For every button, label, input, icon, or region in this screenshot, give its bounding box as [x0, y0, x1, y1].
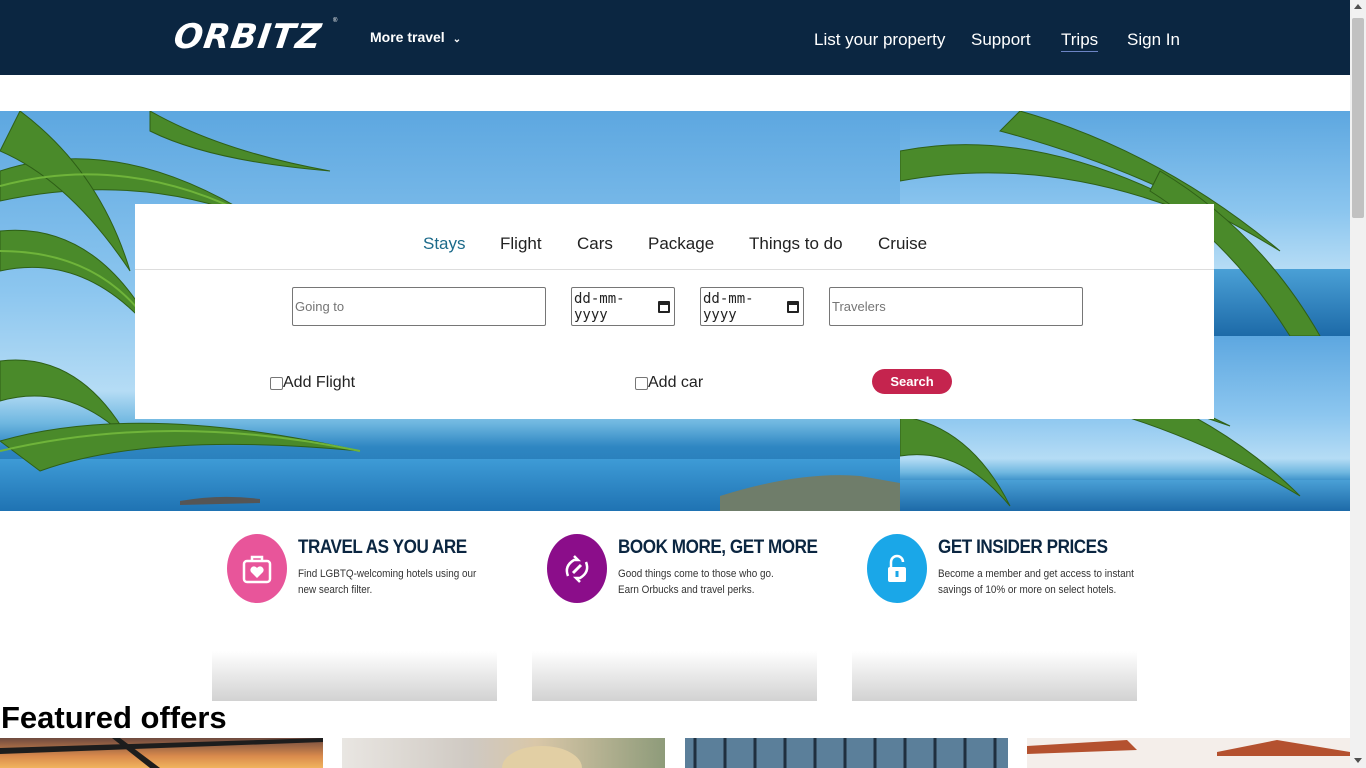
promo-book-more-get-more[interactable]: BOOK MORE, GET MORE Good things come to …	[547, 534, 827, 606]
scrollbar-thumb[interactable]	[1352, 18, 1364, 218]
promo-line: Find LGBTQ-welcoming hotels using our	[298, 568, 477, 580]
promo-title: GET INSIDER PRICES	[938, 537, 1108, 558]
promo-line: Earn Orbucks and travel perks.	[618, 584, 755, 596]
check-out-date-input[interactable]: dd-mm-yyyy	[700, 287, 804, 326]
promo-line: Good things come to those who go.	[618, 568, 774, 580]
more-travel-label: More travel	[370, 29, 445, 45]
orbitz-logo[interactable]: ORBITZ	[171, 17, 324, 57]
tab-stays[interactable]: Stays	[423, 234, 466, 254]
promo-line: new search filter.	[298, 584, 373, 596]
orbitz-page: ORBITZ ® More travel ⌄ List your property…	[0, 0, 1366, 768]
trademark-mark: ®	[333, 18, 338, 24]
promo-get-insider-prices[interactable]: GET INSIDER PRICES Become a member and g…	[867, 534, 1147, 606]
promo-placeholder-card	[532, 651, 817, 701]
add-flight-checkbox-box[interactable]	[270, 376, 283, 390]
scroll-down-arrow-icon[interactable]	[1354, 758, 1362, 763]
trips-link[interactable]: Trips	[1061, 30, 1099, 52]
featured-offer-card[interactable]	[0, 738, 323, 768]
promo-title: BOOK MORE, GET MORE	[618, 537, 818, 558]
calendar-icon[interactable]	[787, 300, 799, 313]
add-car-label: Add car	[648, 374, 704, 391]
search-panel: Stays Flight Cars Package Things to do C…	[135, 204, 1214, 419]
promo-travel-as-you-are[interactable]: TRAVEL AS YOU ARE Find LGBTQ-welcoming h…	[227, 534, 507, 606]
tab-things-to-do[interactable]: Things to do	[749, 234, 843, 254]
search-tabs: Stays Flight Cars Package Things to do C…	[135, 204, 1214, 270]
top-navigation-bar: ORBITZ ® More travel ⌄ List your property…	[0, 0, 1350, 75]
calendar-icon[interactable]	[658, 300, 670, 313]
suitcase-heart-icon	[227, 534, 287, 603]
lounge-image	[502, 746, 582, 768]
promo-placeholder-card	[852, 651, 1137, 701]
featured-offers-heading: Featured offers	[1, 700, 227, 735]
check-in-date-input[interactable]: dd-mm-yyyy	[571, 287, 675, 326]
sign-in-link[interactable]: Sign In	[1127, 30, 1180, 50]
promo-description: Find LGBTQ-welcoming hotels using our ne…	[298, 566, 476, 598]
tab-cars[interactable]: Cars	[577, 234, 613, 254]
tab-cruise[interactable]: Cruise	[878, 234, 927, 254]
going-to-input[interactable]: Going to	[292, 287, 546, 326]
sunset-image	[0, 738, 323, 768]
tab-flight[interactable]: Flight	[500, 234, 542, 254]
pool-chairs-image	[693, 738, 997, 768]
travelers-placeholder: Travelers	[832, 299, 886, 314]
search-button[interactable]: Search	[872, 369, 952, 394]
promo-title: TRAVEL AS YOU ARE	[298, 537, 467, 558]
check-in-date-value: dd-mm-yyyy	[574, 290, 625, 323]
add-car-checkbox-box[interactable]	[635, 376, 648, 390]
promo-description: Become a member and get access to instan…	[938, 566, 1134, 598]
list-your-property-link[interactable]: List your property	[814, 30, 945, 50]
unlock-icon	[867, 534, 927, 603]
promo-placeholder-card	[212, 651, 497, 701]
featured-offer-card[interactable]	[342, 738, 665, 768]
add-flight-checkbox[interactable]: Add Flight	[270, 374, 355, 392]
featured-offer-card[interactable]	[1027, 738, 1350, 768]
add-flight-label: Add Flight	[283, 374, 356, 391]
villa-roof-image	[1027, 740, 1350, 756]
check-out-date-value: dd-mm-yyyy	[703, 290, 754, 323]
scroll-up-arrow-icon[interactable]	[1354, 4, 1362, 9]
promo-line: Become a member and get access to instan…	[938, 568, 1134, 580]
add-car-checkbox[interactable]: Add car	[635, 374, 703, 392]
going-to-placeholder: Going to	[295, 299, 345, 314]
more-travel-menu[interactable]: More travel ⌄	[370, 29, 461, 45]
support-link[interactable]: Support	[971, 30, 1031, 50]
tab-package[interactable]: Package	[648, 234, 714, 254]
orbucks-icon	[547, 534, 607, 603]
promo-line: savings of 10% or more on select hotels.	[938, 584, 1117, 596]
chevron-down-icon: ⌄	[452, 34, 462, 45]
featured-offer-card[interactable]	[685, 738, 1008, 768]
travelers-input[interactable]: Travelers	[829, 287, 1083, 326]
promo-description: Good things come to those who go. Earn O…	[618, 566, 774, 598]
